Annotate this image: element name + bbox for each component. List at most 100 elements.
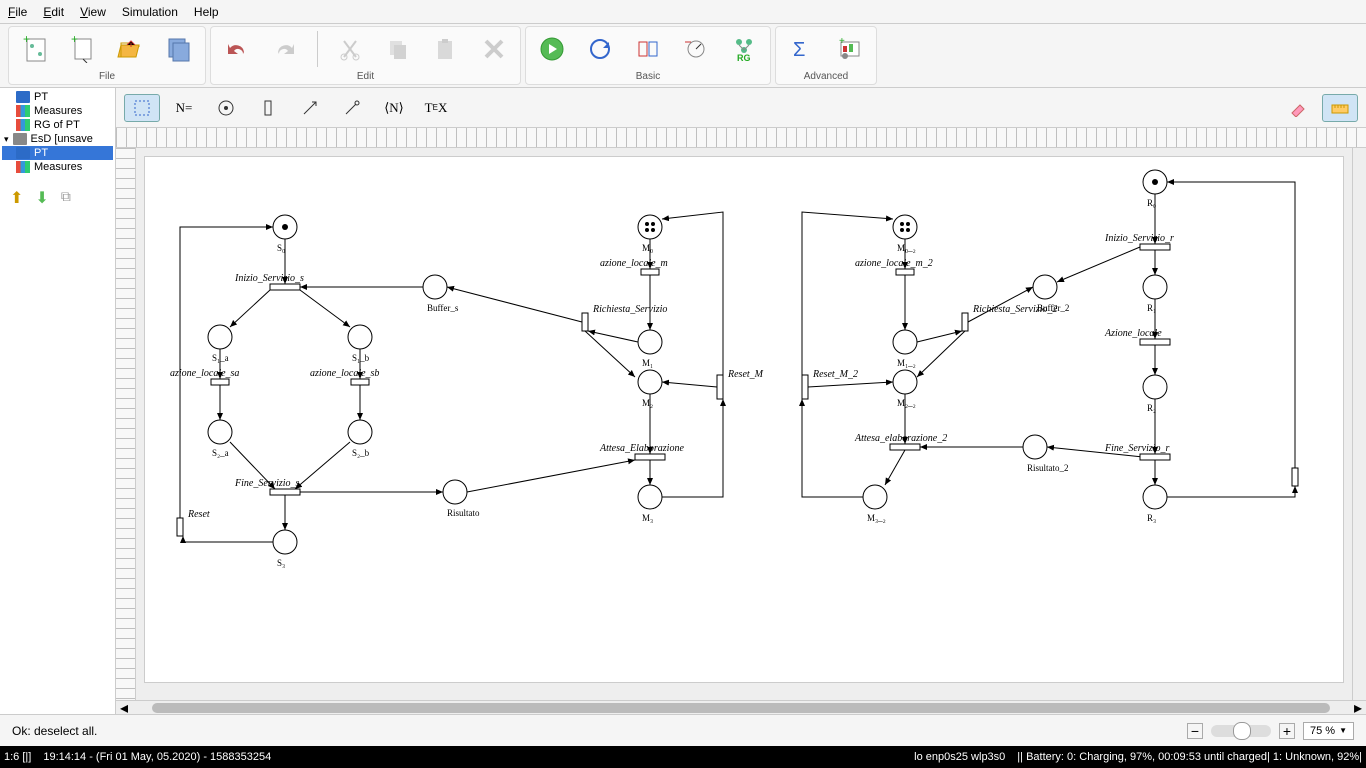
new-net-button[interactable]: + (15, 29, 55, 69)
svg-text:S₃: S₃ (277, 558, 285, 568)
tree-item-label: RG of PT (34, 119, 80, 131)
place-tool[interactable] (208, 94, 244, 122)
meas-icon (16, 105, 30, 117)
arc-tool[interactable] (292, 94, 328, 122)
refresh-button[interactable] (580, 29, 620, 69)
sigma-button[interactable]: Σ (782, 29, 822, 69)
svg-text:R₁: R₁ (1147, 303, 1156, 313)
config-button[interactable]: + (830, 29, 870, 69)
bounds-button[interactable] (628, 29, 668, 69)
menu-help[interactable]: Help (194, 5, 219, 19)
net-icon (16, 91, 30, 103)
new-page-button[interactable]: + (63, 29, 103, 69)
move-down-button[interactable]: ⬇ (35, 188, 48, 208)
tree-item-0[interactable]: PT (2, 90, 113, 104)
tree-item-label: PT (34, 147, 48, 159)
ruler-vertical (116, 148, 136, 700)
tree-item-label: EsD [unsave (31, 133, 93, 145)
tex-tool[interactable]: TEX (418, 94, 454, 122)
svg-text:M₂_₂: M₂_₂ (897, 398, 916, 408)
canvas-scroll[interactable]: S₀S₁_aS₁_bS₂_aS₂_bS₃Buffer_sRisultatoM₀M… (136, 148, 1352, 700)
tree-item-4[interactable]: PT (2, 146, 113, 160)
tree-item-label: PT (34, 91, 48, 103)
zoom-in-button[interactable]: + (1279, 723, 1295, 739)
ruler-horizontal (116, 128, 1366, 148)
svg-text:Reset_M_2: Reset_M_2 (812, 369, 858, 380)
zoom-value[interactable]: 75 %▼ (1303, 722, 1354, 740)
svg-text:R₂: R₂ (1147, 403, 1156, 413)
open-button[interactable] (111, 29, 151, 69)
svg-text:azione_locale_m: azione_locale_m (600, 258, 668, 269)
select-tool[interactable] (124, 94, 160, 122)
svg-text:S₂_a: S₂_a (212, 448, 229, 458)
folder-icon (13, 133, 27, 145)
copy-button[interactable] (378, 29, 418, 69)
move-up-button[interactable]: ⬆ (10, 188, 23, 208)
svg-text:Attesa_elaborazione_2: Attesa_elaborazione_2 (854, 433, 947, 444)
svg-text:Richiesta_Servizio: Richiesta_Servizio (592, 304, 667, 315)
svg-text:Risultato_2: Risultato_2 (1027, 463, 1069, 473)
svg-text:RG: RG (737, 53, 751, 62)
tool-palette: N= ⟨N⟩ TEX (116, 88, 1366, 128)
svg-text:S₁_a: S₁_a (212, 353, 229, 363)
menu-view[interactable]: View (80, 5, 106, 19)
rg-button[interactable]: RG (724, 29, 764, 69)
svg-text:R₀: R₀ (1147, 198, 1156, 208)
cut-button[interactable] (330, 29, 370, 69)
svg-text:S₁_b: S₁_b (352, 353, 370, 363)
svg-text:Σ: Σ (793, 39, 805, 61)
svg-text:azione_locale_sb: azione_locale_sb (310, 368, 379, 379)
transition-tool[interactable] (250, 94, 286, 122)
svg-text:Buffer_s: Buffer_s (427, 303, 459, 313)
play-button[interactable] (532, 29, 572, 69)
save-all-button[interactable] (159, 29, 199, 69)
svg-text:Inizio_Servizio_s: Inizio_Servizio_s (234, 273, 304, 284)
eraser-tool[interactable] (1280, 94, 1316, 122)
measure-button[interactable] (676, 29, 716, 69)
svg-text:M₀: M₀ (642, 243, 653, 253)
svg-text:R₃: R₃ (1147, 513, 1156, 523)
network-status: lo enp0s25 wlp3s0 (914, 751, 1005, 763)
tree-item-3[interactable]: ▾EsD [unsave (2, 132, 113, 146)
undo-button[interactable] (217, 29, 257, 69)
menu-edit[interactable]: Edit (43, 5, 64, 19)
inhibitor-tool[interactable] (334, 94, 370, 122)
svg-text:M₂: M₂ (642, 398, 653, 408)
tree-item-5[interactable]: Measures (2, 160, 113, 174)
tree-item-1[interactable]: Measures (2, 104, 113, 118)
svg-text:Risultato: Risultato (447, 508, 480, 518)
scrollbar-horizontal[interactable]: ◂▸ (116, 700, 1366, 714)
nangle-tool[interactable]: ⟨N⟩ (376, 94, 412, 122)
nvar-tool[interactable]: N= (166, 94, 202, 122)
svg-text:Reset_M: Reset_M (727, 369, 764, 380)
menu-file[interactable]: File (8, 5, 27, 19)
svg-text:M₁: M₁ (642, 358, 653, 368)
statusbar: Ok: deselect all. − + 75 %▼ (0, 714, 1366, 746)
svg-text:M₀_₂: M₀_₂ (897, 243, 916, 253)
svg-text:M₃: M₃ (642, 513, 653, 523)
svg-text:M₃_₂: M₃_₂ (867, 513, 886, 523)
scrollbar-vertical[interactable] (1352, 148, 1366, 700)
group-file-label: File (99, 71, 115, 82)
sidebar: PTMeasuresRG of PT▾EsD [unsavePTMeasures… (0, 88, 116, 714)
taskbar: 1:6 [|] 19:14:14 - (Fri 01 May, 05.2020)… (0, 746, 1366, 768)
svg-text:+: + (71, 35, 78, 46)
battery-status: || Battery: 0: Charging, 97%, 00:09:53 u… (1017, 751, 1362, 763)
menu-simulation[interactable]: Simulation (122, 5, 178, 19)
canvas-page[interactable]: S₀S₁_aS₁_bS₂_aS₂_bS₃Buffer_sRisultatoM₀M… (144, 156, 1344, 683)
svg-text:Reset: Reset (187, 509, 210, 520)
group-basic-label: Basic (636, 71, 660, 82)
tree-item-2[interactable]: RG of PT (2, 118, 113, 132)
svg-text:Fine_Servizio_r: Fine_Servizio_r (1104, 443, 1170, 454)
zoom-out-button[interactable]: − (1187, 723, 1203, 739)
redo-button[interactable] (265, 29, 305, 69)
delete-button[interactable] (474, 29, 514, 69)
divider (317, 31, 318, 67)
duplicate-button[interactable]: ⧉ (61, 188, 71, 208)
svg-text:Richiesta_Servizio_2: Richiesta_Servizio_2 (972, 304, 1057, 315)
ruler-tool[interactable] (1322, 94, 1358, 122)
group-advanced-label: Advanced (804, 71, 848, 82)
group-edit: Edit (210, 26, 521, 85)
paste-button[interactable] (426, 29, 466, 69)
zoom-slider[interactable] (1211, 725, 1271, 737)
